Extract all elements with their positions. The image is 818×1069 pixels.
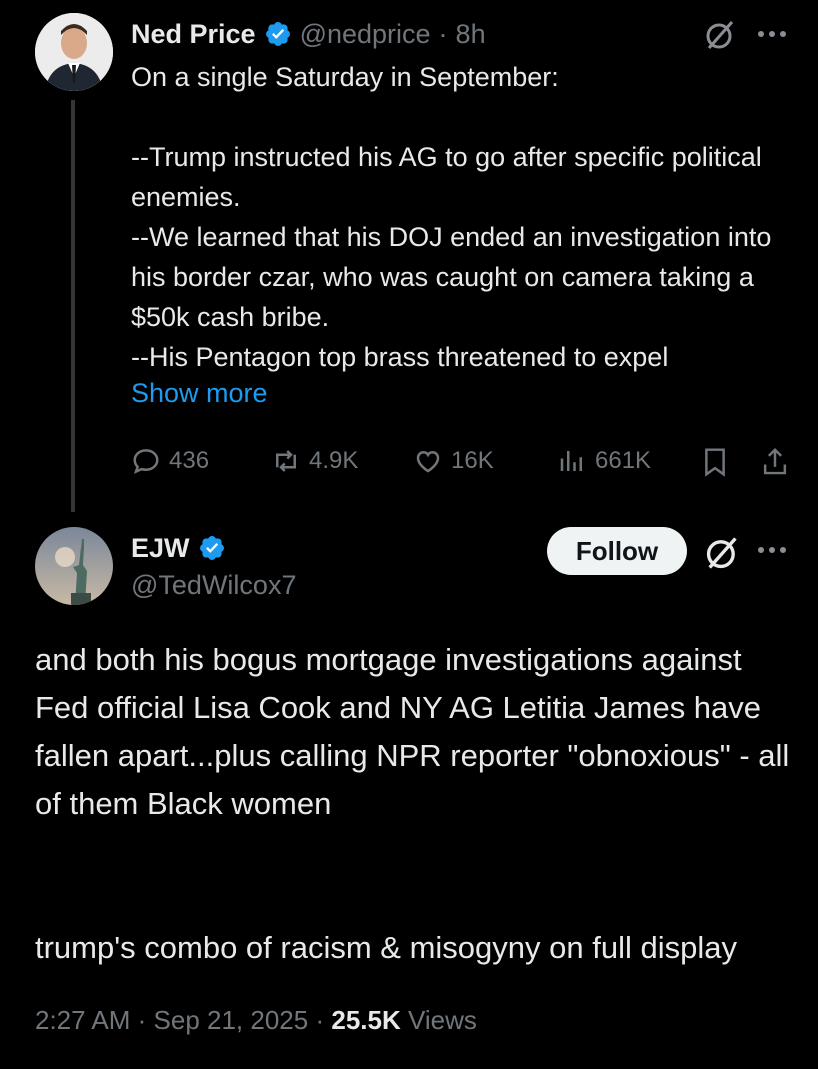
repost-button[interactable]: 4.9K — [271, 446, 358, 476]
post-time[interactable]: 2:27 AM — [35, 1005, 130, 1035]
more-icon[interactable] — [755, 542, 789, 558]
views-count: 25.5K — [331, 1005, 401, 1035]
reply-post-text: and both his bogus mortgage investigatio… — [35, 642, 790, 965]
verified-badge-icon — [198, 534, 226, 562]
verified-badge-icon — [264, 20, 292, 48]
separator-dot: · — [315, 1005, 332, 1035]
repost-icon — [276, 450, 296, 472]
views-icon — [560, 451, 582, 471]
post-time[interactable]: 8h — [456, 19, 486, 50]
separator-dot: · — [438, 18, 448, 49]
share-icon[interactable] — [760, 446, 790, 478]
grok-icon[interactable] — [703, 534, 741, 572]
like-button[interactable]: 16K — [413, 446, 494, 476]
views-button[interactable]: 661K — [557, 446, 651, 476]
parent-post-text: On a single Saturday in September: --Tru… — [131, 62, 772, 372]
display-name[interactable]: EJW — [131, 533, 190, 564]
more-icon[interactable] — [755, 26, 789, 42]
separator-dot: · — [137, 1005, 154, 1035]
ned-price-avatar[interactable] — [35, 13, 113, 91]
post-date[interactable]: Sep 21, 2025 — [154, 1005, 309, 1035]
display-name[interactable]: Ned Price — [131, 19, 256, 50]
views-label: Views — [407, 1005, 477, 1035]
thread-line — [71, 100, 75, 512]
repost-count: 4.9K — [309, 447, 359, 474]
reply-icon — [133, 449, 159, 474]
parent-header: Ned Price @nedprice · 8h — [131, 16, 486, 52]
like-icon — [416, 450, 440, 473]
post-metadata: 2:27 AM · Sep 21, 2025 · 25.5K Views — [35, 1005, 477, 1036]
bookmark-icon[interactable] — [700, 446, 730, 478]
like-count: 16K — [451, 447, 494, 474]
reply-header: EJW — [131, 530, 226, 566]
reply-count: 436 — [169, 447, 210, 474]
ejw-avatar[interactable] — [35, 527, 113, 605]
follow-button[interactable]: Follow — [547, 527, 687, 575]
views-count: 661K — [595, 447, 652, 474]
handle[interactable]: @nedprice — [300, 19, 431, 50]
grok-icon[interactable] — [703, 18, 737, 52]
handle[interactable]: @TedWilcox7 — [131, 570, 296, 601]
reply-button[interactable]: 436 — [131, 446, 209, 476]
show-more-link[interactable]: Show more — [131, 378, 268, 409]
